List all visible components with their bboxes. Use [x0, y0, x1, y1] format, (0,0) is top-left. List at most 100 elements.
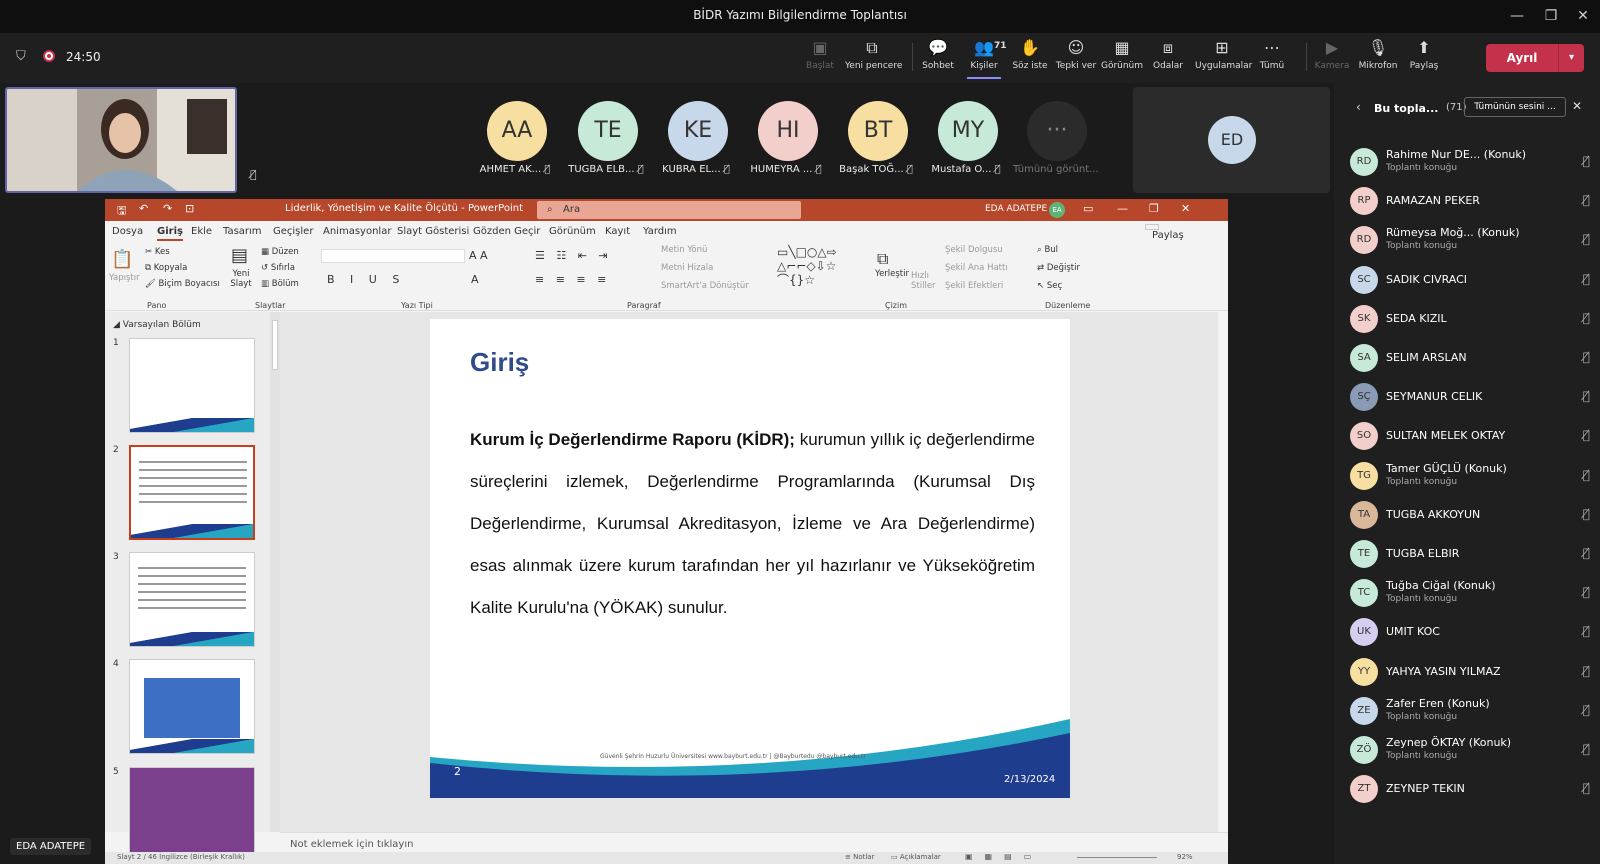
participant-row[interactable]: ZE Zafer Eren (Konuk) Toplantı konuğu 🎙̸: [1350, 693, 1590, 729]
participant-avatar[interactable]: HI: [758, 101, 818, 161]
format-painter-button[interactable]: 🖌 Biçim Boyacısı: [145, 279, 220, 289]
ppt-share-button[interactable]: Paylaş: [1145, 224, 1184, 241]
participant-row[interactable]: UK UMIT KOC 🎙̸: [1350, 614, 1590, 650]
view-icons[interactable]: ▣▦▤▭: [965, 852, 1043, 861]
restore-icon[interactable]: ❐: [1534, 0, 1568, 33]
participant-row[interactable]: SC SADIK CIVRACI 🎙̸: [1350, 262, 1590, 298]
ppt-menu-item[interactable]: Görünüm: [549, 226, 596, 237]
participant-row[interactable]: YY YAHYA YASIN YILMAZ 🎙̸: [1350, 654, 1590, 690]
ppt-menu-item[interactable]: Slayt Gösterisi: [397, 226, 469, 237]
section-name[interactable]: ◢ Varsayılan Bölüm: [113, 320, 201, 330]
font-name-select[interactable]: [321, 249, 465, 263]
notes-toggle[interactable]: ≡ Notlar: [845, 853, 874, 861]
copy-button[interactable]: ⧉ Kopyala: [145, 263, 187, 273]
panel-close-icon[interactable]: ✕: [1572, 99, 1582, 113]
ribbon-display-icon[interactable]: ▭: [1083, 202, 1093, 215]
new-slide-icon[interactable]: ▤: [231, 245, 248, 266]
participant-row[interactable]: SK SEDA KIZIL 🎙̸: [1350, 301, 1590, 337]
participant-row[interactable]: TE TUGBA ELBIR 🎙̸: [1350, 536, 1590, 572]
slide-thumbnail[interactable]: [129, 552, 255, 647]
zoom-slider[interactable]: [1077, 857, 1157, 858]
section-button[interactable]: ▥ Bölüm: [261, 279, 299, 289]
participant-row[interactable]: SA SELIM ARSLAN 🎙̸: [1350, 340, 1590, 376]
replace-button[interactable]: ⇄ Değiştir: [1037, 263, 1080, 273]
shared-powerpoint[interactable]: 🖫 ↶ ↷ ⊡ Liderlik, Yönetişim ve Kalite Öl…: [105, 199, 1228, 864]
paste-label[interactable]: Yapıştır: [109, 273, 140, 283]
font-style-icons[interactable]: B I U S: [327, 273, 405, 286]
participant-row[interactable]: SO SULTAN MELEK OKTAY 🎙̸: [1350, 418, 1590, 454]
shape-effects-button[interactable]: Şekil Efektleri: [945, 281, 1003, 291]
quick-styles-label[interactable]: Hızlı Stiller: [911, 271, 941, 291]
leave-options-button[interactable]: ▾: [1558, 44, 1584, 72]
toolbar-0-button[interactable]: ▣ Başlat: [793, 39, 847, 72]
comments-toggle[interactable]: ▭ Açıklamalar: [891, 853, 941, 861]
participant-row[interactable]: SÇ SEYMANUR CELIK 🎙̸: [1350, 379, 1590, 415]
toolbar-9-button[interactable]: ⋯ Tümü: [1245, 39, 1299, 72]
participant-avatar[interactable]: ···: [1027, 101, 1087, 161]
arrange-icon[interactable]: ⧉: [877, 249, 888, 269]
ppt-menu-item[interactable]: Tasarım: [223, 226, 262, 237]
participant-row[interactable]: TA TUGBA AKKOYUN 🎙̸: [1350, 497, 1590, 533]
ppt-menu-item[interactable]: Geçişler: [273, 226, 313, 237]
align-text-button[interactable]: Metni Hizala: [661, 263, 713, 273]
participant-avatar[interactable]: AA: [487, 101, 547, 161]
participant-row[interactable]: ZÖ Zeynep ÖKTAY (Konuk) Toplantı konuğu 🎙̸: [1350, 732, 1590, 768]
toolbar-7-button[interactable]: ⧈ Odalar: [1141, 39, 1195, 72]
ppt-search-box[interactable]: ⌕ Ara: [537, 201, 801, 219]
list-icons[interactable]: ☰ ☷ ⇤ ⇥: [535, 249, 612, 262]
select-button[interactable]: ↖ Seç: [1037, 281, 1062, 291]
toolbar-12-button[interactable]: ⬆ Paylaş: [1397, 39, 1451, 72]
shape-outline-button[interactable]: Şekil Ana Hattı: [945, 263, 1008, 273]
toolbar-1-button[interactable]: ⧉ Yeni pencere: [845, 39, 902, 72]
ppt-menu-item[interactable]: Gözden Geçir: [473, 226, 540, 237]
save-icon[interactable]: 🖫: [117, 202, 126, 221]
participant-row[interactable]: TC Tuğba Ciğal (Konuk) Toplantı konuğu 🎙̸: [1350, 575, 1590, 611]
participant-row[interactable]: RP RAMAZAN PEKER 🎙̸: [1350, 183, 1590, 219]
participant-row[interactable]: ZT ZEYNEP TEKIN 🎙̸: [1350, 771, 1590, 807]
participant-row[interactable]: TG Tamer GÜÇLÜ (Konuk) Toplantı konuğu 🎙̸: [1350, 458, 1590, 494]
present-icon[interactable]: ⊡: [185, 202, 194, 215]
participant-avatar[interactable]: MY: [938, 101, 998, 161]
participant-tile-ed[interactable]: ED: [1133, 87, 1330, 193]
slide-thumbnail[interactable]: [129, 767, 255, 862]
paste-icon[interactable]: 📋: [111, 249, 133, 270]
toolbar-8-button[interactable]: ⊞ Uygulamalar: [1195, 39, 1252, 72]
close-icon[interactable]: ✕: [1566, 0, 1600, 33]
ppt-menu-item[interactable]: Yardım: [643, 226, 677, 237]
ppt-menu-item[interactable]: Animasyonlar: [323, 226, 391, 237]
participant-avatar[interactable]: TE: [578, 101, 638, 161]
ppt-close-icon[interactable]: ✕: [1181, 202, 1190, 215]
find-button[interactable]: ⌕ Bul: [1037, 245, 1058, 255]
current-slide[interactable]: Giriş Kurum İç Değerlendirme Raporu (KİD…: [430, 319, 1070, 798]
font-size-icon[interactable]: A A: [469, 249, 488, 262]
chevron-left-icon[interactable]: ‹: [1356, 100, 1361, 114]
ppt-minimize-icon[interactable]: —: [1117, 202, 1128, 215]
notes-pane[interactable]: Not eklemek için tıklayın: [280, 832, 1228, 852]
participant-row[interactable]: RD Rümeysa Moğ... (Konuk) Toplantı konuğu 🎙…: [1350, 222, 1590, 258]
participant-avatar[interactable]: KE: [668, 101, 728, 161]
ppt-menu-item[interactable]: Kayıt: [605, 226, 630, 237]
ppt-menu-item[interactable]: Ekle: [191, 226, 212, 237]
slide-thumbnail[interactable]: [129, 338, 255, 433]
ppt-menu-item[interactable]: Giriş: [157, 226, 183, 241]
slide-thumbnail[interactable]: [129, 445, 255, 540]
font-color-icon[interactable]: A: [471, 273, 479, 286]
align-icons[interactable]: ≡ ≡ ≡ ≡: [535, 273, 610, 286]
ppt-menu-item[interactable]: Dosya: [112, 226, 143, 237]
undo-icon[interactable]: ↶: [139, 202, 148, 215]
ppt-restore-icon[interactable]: ❐: [1149, 202, 1159, 215]
layout-button[interactable]: ▦ Düzen: [261, 247, 299, 257]
shape-fill-button[interactable]: Şekil Dolgusu: [945, 245, 1003, 255]
slide-thumbnail[interactable]: [129, 659, 255, 754]
new-slide-label[interactable]: Yeni Slayt: [227, 269, 255, 289]
cut-button[interactable]: ✂ Kes: [145, 247, 170, 257]
mute-all-button[interactable]: Tümünün sesini ...: [1464, 97, 1566, 117]
leave-button[interactable]: Ayrıl: [1486, 44, 1558, 72]
minimize-icon[interactable]: —: [1500, 0, 1534, 33]
thumbs-scrollbar[interactable]: [270, 312, 280, 832]
text-direction-button[interactable]: Metin Yönü: [661, 245, 707, 255]
smartart-button[interactable]: SmartArt'a Dönüştür: [661, 281, 749, 291]
participant-avatar[interactable]: BT: [848, 101, 908, 161]
zoom-level[interactable]: 92%: [1177, 853, 1193, 861]
slide-scrollbar[interactable]: [1218, 312, 1228, 832]
